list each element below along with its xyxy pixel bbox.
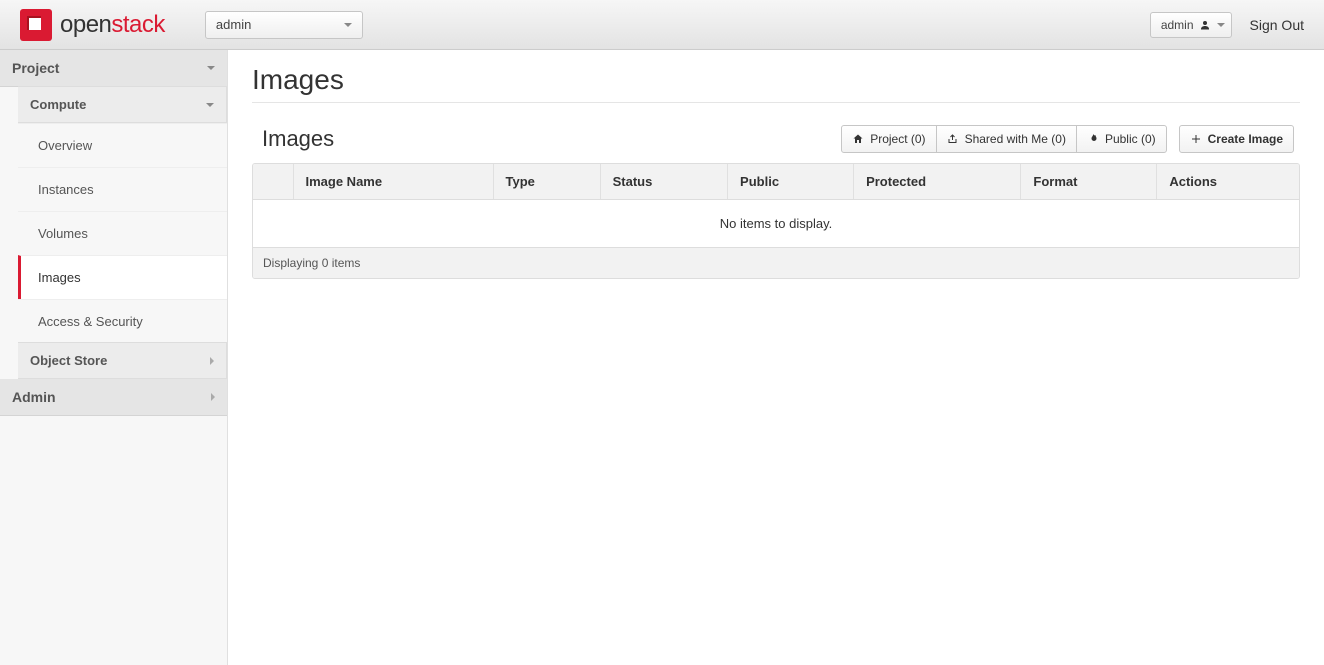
chevron-right-icon (211, 393, 215, 401)
col-image-name[interactable]: Image Name (293, 164, 493, 200)
action-buttons: Project (0) Shared with Me (0) Public (0… (841, 125, 1294, 153)
col-protected[interactable]: Protected (854, 164, 1021, 200)
filter-shared-button[interactable]: Shared with Me (0) (936, 125, 1077, 153)
sidebar-item-volumes[interactable]: Volumes (18, 211, 227, 255)
user-icon (1199, 19, 1211, 31)
sidebar-project-panel: Compute Overview Instances Volumes Image… (0, 86, 227, 379)
chevron-down-icon (1217, 23, 1225, 27)
sidebar-compute-label: Compute (30, 97, 86, 112)
sidebar-item-label: Overview (38, 138, 92, 153)
col-format[interactable]: Format (1021, 164, 1157, 200)
filter-project-label: Project (0) (870, 132, 925, 146)
section-title: Images (262, 126, 334, 152)
col-actions: Actions (1157, 164, 1299, 200)
table-empty-row: No items to display. (253, 200, 1299, 248)
chevron-down-icon (344, 23, 352, 27)
sidebar-item-images[interactable]: Images (18, 255, 227, 299)
sidebar-admin-header[interactable]: Admin (0, 379, 227, 416)
sidebar-admin-label: Admin (12, 389, 56, 405)
images-table: Image Name Type Status Public Protected … (252, 163, 1300, 279)
sign-out-link[interactable]: Sign Out (1250, 17, 1310, 33)
table-header-row: Image Name Type Status Public Protected … (253, 164, 1299, 200)
table-empty-message: No items to display. (253, 200, 1299, 248)
sidebar-item-access-security[interactable]: Access & Security (18, 299, 227, 343)
tenant-selector[interactable]: admin (205, 11, 363, 39)
sidebar-project-header[interactable]: Project (0, 50, 227, 87)
brand-logo[interactable]: openstack (20, 9, 165, 41)
select-all-header[interactable] (253, 164, 293, 200)
filter-public-label: Public (0) (1105, 132, 1156, 146)
share-icon (947, 133, 959, 145)
fire-icon (1087, 133, 1099, 145)
section-header: Images Project (0) Shared with Me (0) (252, 121, 1300, 163)
sidebar-object-store-label: Object Store (30, 353, 107, 368)
brand-mark-icon (20, 9, 52, 41)
brand-name: openstack (60, 11, 165, 39)
create-image-label: Create Image (1208, 132, 1283, 146)
chevron-down-icon (206, 103, 214, 107)
plus-icon (1190, 133, 1202, 145)
sidebar-item-label: Images (38, 270, 81, 285)
sidebar-item-overview[interactable]: Overview (18, 123, 227, 167)
image-filter-group: Project (0) Shared with Me (0) Public (0… (841, 125, 1166, 153)
tenant-selected: admin (216, 17, 251, 32)
chevron-down-icon (207, 66, 215, 70)
filter-shared-label: Shared with Me (0) (965, 132, 1066, 146)
col-public[interactable]: Public (728, 164, 854, 200)
sidebar-object-store-header[interactable]: Object Store (18, 342, 227, 379)
main-shell: Project Compute Overview Instances Volum… (0, 50, 1324, 665)
page-title: Images (252, 64, 1300, 103)
sidebar-item-label: Volumes (38, 226, 88, 241)
content: Images Images Project (0) Shared (228, 50, 1324, 665)
chevron-right-icon (210, 357, 214, 365)
user-menu[interactable]: admin (1150, 12, 1232, 38)
create-image-button[interactable]: Create Image (1179, 125, 1294, 153)
table-footer: Displaying 0 items (253, 248, 1299, 278)
topbar-right: admin Sign Out (1150, 12, 1310, 38)
sidebar-item-instances[interactable]: Instances (18, 167, 227, 211)
topbar: openstack admin admin Sign Out (0, 0, 1324, 50)
sidebar-item-label: Access & Security (38, 314, 143, 329)
sidebar-project-label: Project (12, 60, 59, 76)
sidebar: Project Compute Overview Instances Volum… (0, 50, 228, 665)
filter-project-button[interactable]: Project (0) (841, 125, 936, 153)
col-type[interactable]: Type (493, 164, 600, 200)
filter-public-button[interactable]: Public (0) (1076, 125, 1167, 153)
sidebar-item-label: Instances (38, 182, 94, 197)
home-icon (852, 133, 864, 145)
col-status[interactable]: Status (600, 164, 727, 200)
user-name: admin (1161, 18, 1194, 32)
sidebar-compute-header[interactable]: Compute (18, 86, 227, 123)
